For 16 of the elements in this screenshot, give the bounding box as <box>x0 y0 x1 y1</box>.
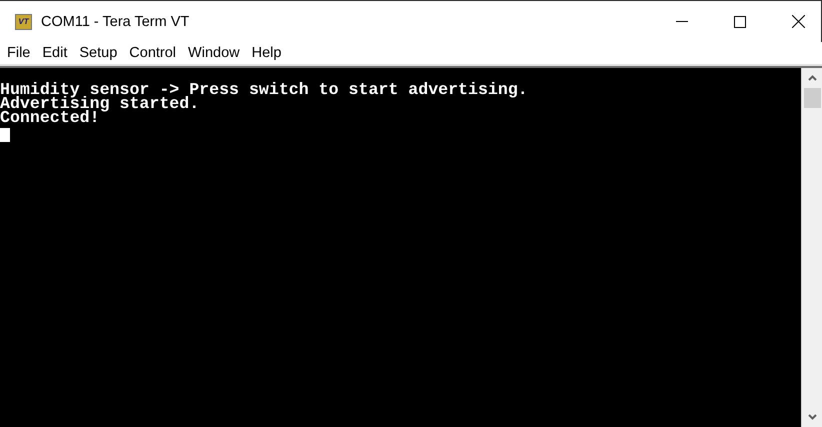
terminal-line: Humidity sensor -> Press switch to start advertising. <box>0 83 529 97</box>
scroll-thumb[interactable] <box>804 88 820 108</box>
scrollbar[interactable] <box>801 68 822 427</box>
minimize-icon <box>676 21 688 22</box>
app-icon: VT <box>15 14 32 30</box>
terminal-line: Connected! <box>0 111 100 125</box>
menu-item[interactable]: Setup <box>73 45 124 61</box>
menu-item[interactable]: Control <box>123 45 182 61</box>
close-icon <box>792 15 804 28</box>
menu-item[interactable]: Window <box>182 45 246 61</box>
menu-item[interactable]: Edit <box>36 45 74 61</box>
terminal-line: Advertising started. <box>0 97 200 111</box>
menu-item[interactable]: Help <box>246 45 288 61</box>
window-title: COM11 - Tera Term VT <box>41 14 190 30</box>
maximize-icon <box>734 16 746 28</box>
menu-item[interactable]: File <box>1 45 36 61</box>
